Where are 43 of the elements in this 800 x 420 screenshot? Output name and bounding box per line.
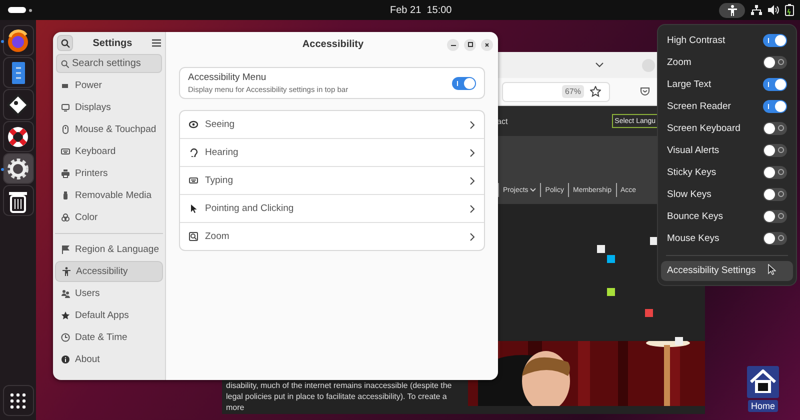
toggle-label: Slow Keys [667, 188, 712, 200]
sidebar-item[interactable]: Keyboard [55, 141, 163, 162]
address-bar[interactable]: 67% [502, 82, 610, 102]
row-label: Hearing [205, 147, 240, 158]
toggle-label: Screen Reader [667, 100, 732, 112]
icon-label[interactable]: Home [748, 400, 778, 412]
toggle-label: Sticky Keys [667, 166, 718, 178]
window-title: Settings [92, 38, 134, 48]
toggle-label: Large Text [667, 78, 712, 90]
sidebar-item[interactable]: Default Apps [55, 305, 163, 326]
zoom-level[interactable]: 67% [562, 85, 584, 98]
settings-row[interactable]: Hearing [180, 139, 484, 167]
sidebar-item[interactable]: Region & Language [55, 239, 163, 260]
row-label: Seeing [205, 119, 236, 130]
paragraph: disability, much of the internet remains inaccessible (despite the legal policies put in place to facilitate accessibility). To create a more [226, 380, 453, 413]
sidebar-item[interactable]: Accessibility [55, 261, 163, 282]
settings-row[interactable]: Zoom [180, 223, 484, 250]
sidebar-item[interactable]: Printers [55, 163, 163, 184]
settings-row[interactable]: Typing [180, 167, 484, 195]
toggle-label: Zoom [667, 56, 692, 68]
setting-title: Accessibility Menu [188, 72, 268, 83]
row-label: Zoom [205, 231, 230, 242]
accessibility-settings-button[interactable]: Accessibility Settings [661, 260, 793, 280]
settings-row[interactable]: Seeing [180, 111, 484, 139]
toggle-label: Screen Keyboard [667, 122, 742, 134]
settings-row[interactable]: Pointing and Clicking [180, 195, 484, 223]
sidebar-item[interactable]: Displays [55, 97, 163, 118]
search-field[interactable]: Search settings [56, 54, 162, 73]
sidebar-item[interactable]: Removable Media [55, 185, 163, 206]
sidebar-item[interactable]: Date & Time [55, 327, 163, 348]
sidebar-item[interactable]: Mouse & Touchpad [55, 119, 163, 140]
sidebar-item[interactable]: Color [55, 207, 163, 228]
sidebar-item[interactable]: About [55, 349, 163, 370]
clock[interactable]: Feb 21 15:00 [390, 4, 452, 16]
sidebar-item[interactable]: Power [55, 75, 163, 96]
toggle-label: Mouse Keys [667, 232, 720, 244]
toggle-label: Bounce Keys [667, 210, 724, 222]
sidebar-item[interactable]: Users [55, 283, 163, 304]
row-label: Pointing and Clicking [205, 203, 295, 214]
toggle-label: High Contrast [667, 34, 726, 46]
page-title: Accessibility [301, 39, 365, 50]
row-label: Typing [205, 175, 234, 186]
toggle-label: Visual Alerts [667, 144, 720, 156]
